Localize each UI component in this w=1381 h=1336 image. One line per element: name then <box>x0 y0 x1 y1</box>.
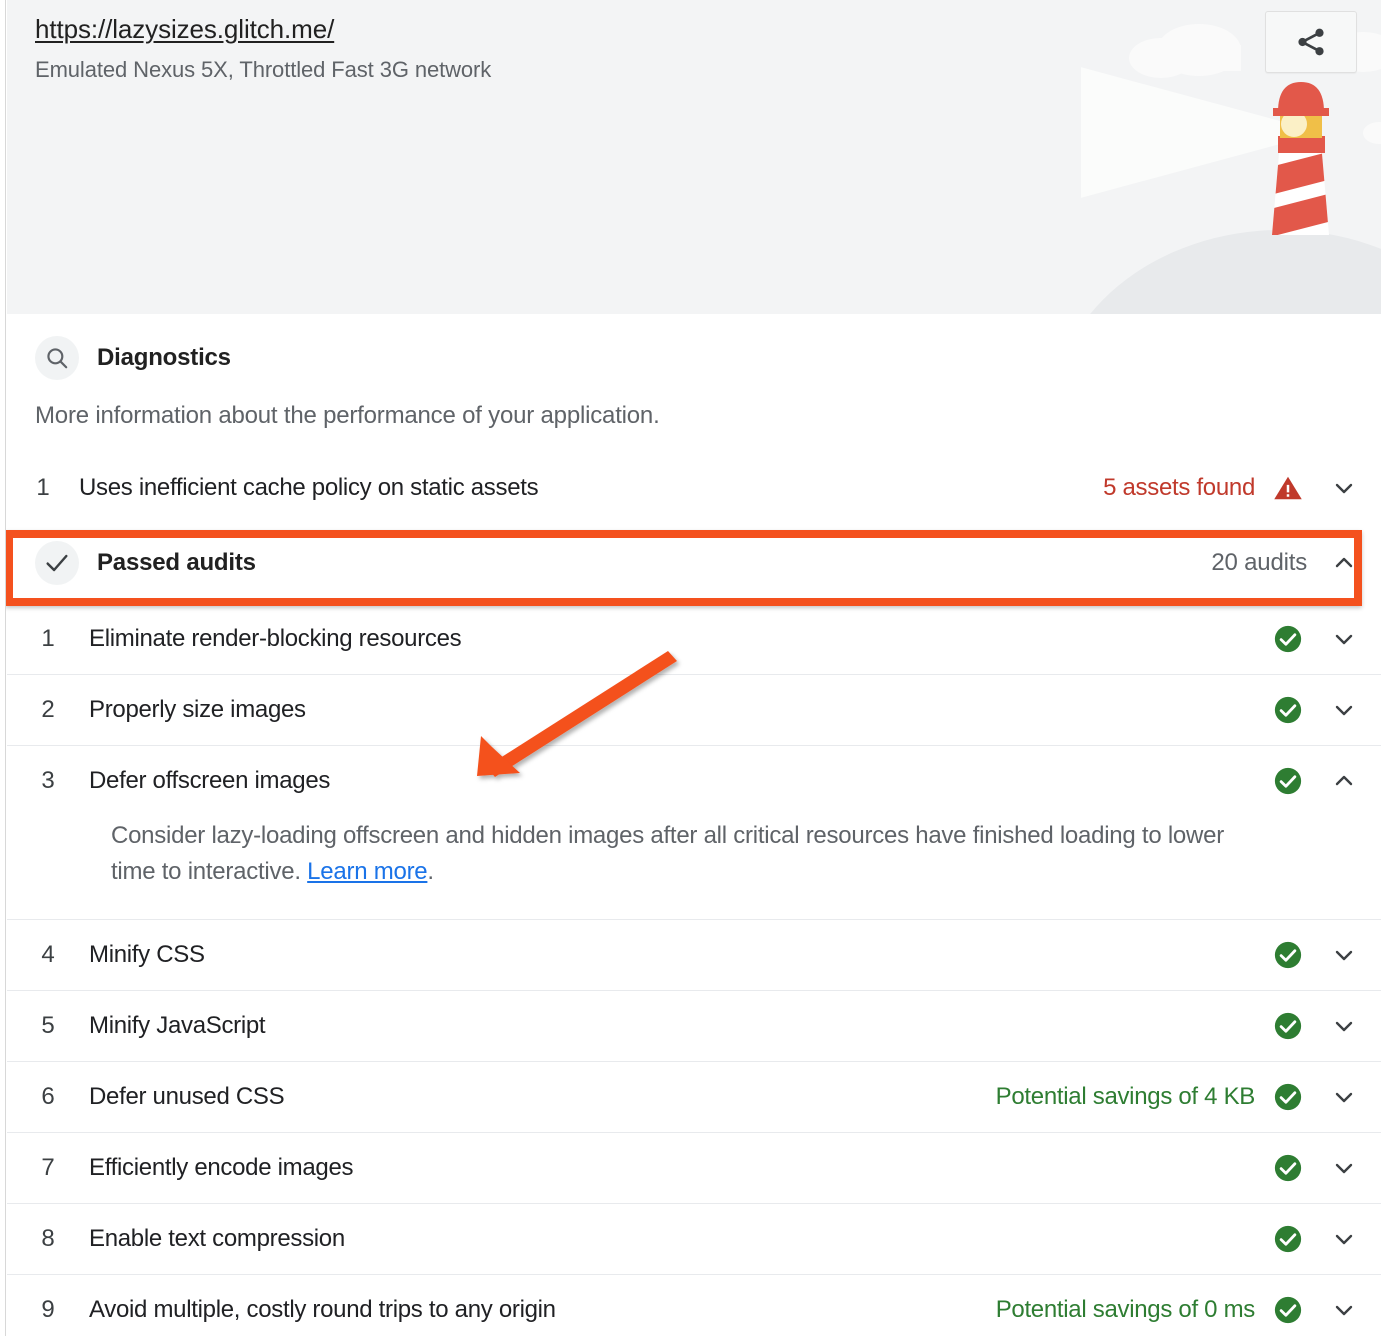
audit-title: Efficiently encode images <box>89 1154 354 1182</box>
audit-index: 4 <box>41 941 55 969</box>
audit-description-text: Consider lazy-loading offscreen and hidd… <box>111 822 1224 885</box>
search-icon <box>35 336 79 380</box>
passed-audits-list: 1 Eliminate render-blocking resources 2 <box>7 603 1381 1336</box>
pass-icon <box>1273 766 1303 796</box>
audit-description: Consider lazy-loading offscreen and hidd… <box>7 816 1381 919</box>
share-icon <box>1298 28 1324 56</box>
chevron-down-icon[interactable] <box>1329 1153 1359 1183</box>
passed-audits-title: Passed audits <box>97 549 256 576</box>
audit-index: 5 <box>41 1012 55 1040</box>
audit-title: Properly size images <box>89 696 306 723</box>
pass-icon <box>1273 1011 1303 1041</box>
pass-icon <box>1273 940 1303 970</box>
table-row[interactable]: 9 Avoid multiple, costly round trips to … <box>7 1274 1381 1336</box>
table-row[interactable]: 3 Defer offscreen images <box>7 745 1381 816</box>
table-row[interactable]: 2 Properly size images <box>7 674 1381 745</box>
table-row[interactable]: 4 Minify CSS <box>7 919 1381 990</box>
audit-index: 7 <box>41 1154 55 1182</box>
chevron-up-icon[interactable] <box>1329 548 1359 578</box>
chevron-up-icon[interactable] <box>1329 766 1359 796</box>
audit-title: Minify JavaScript <box>89 1012 266 1040</box>
pass-icon <box>1273 695 1303 725</box>
pass-icon <box>1273 1295 1303 1325</box>
report-header-text: https://lazysizes.glitch.me/ Emulated Ne… <box>35 14 491 83</box>
report-body: Diagnostics More information about the p… <box>7 314 1381 1336</box>
audit-index: 1 <box>41 624 55 652</box>
window-left-edge <box>0 0 6 1336</box>
learn-more-link[interactable]: Learn more <box>307 858 427 885</box>
table-row[interactable]: 8 Enable text compression <box>7 1203 1381 1274</box>
chevron-down-icon[interactable] <box>1329 1082 1359 1112</box>
pass-icon <box>1273 1224 1303 1254</box>
chevron-down-icon[interactable] <box>1329 473 1359 503</box>
table-row[interactable]: 5 Minify JavaScript <box>7 990 1381 1061</box>
audit-title: Avoid multiple, costly round trips to an… <box>89 1296 556 1324</box>
table-row[interactable]: 7 Efficiently encode images <box>7 1132 1381 1203</box>
report-header: https://lazysizes.glitch.me/ Emulated Ne… <box>7 0 1381 314</box>
chevron-down-icon[interactable] <box>1329 1295 1359 1325</box>
audited-url-link[interactable]: https://lazysizes.glitch.me/ <box>35 14 491 45</box>
audit-title: Defer offscreen images <box>89 767 331 794</box>
pass-icon <box>1273 1153 1303 1183</box>
audit-title: Eliminate render-blocking resources <box>89 624 462 652</box>
pass-icon <box>1273 1082 1303 1112</box>
audit-index: 3 <box>41 767 55 794</box>
chevron-down-icon[interactable] <box>1329 1224 1359 1254</box>
warning-icon <box>1273 473 1303 503</box>
audit-index: 2 <box>41 696 55 723</box>
audit-meta: Potential savings of 4 KB <box>995 1083 1256 1111</box>
diagnostics-title: Diagnostics <box>97 344 231 371</box>
audit-meta: Potential savings of 0 ms <box>995 1296 1256 1324</box>
emulation-environment-label: Emulated Nexus 5X, Throttled Fast 3G net… <box>35 57 492 82</box>
audit-title: Enable text compression <box>89 1225 345 1253</box>
chevron-down-icon[interactable] <box>1329 624 1359 654</box>
chevron-down-icon[interactable] <box>1329 1011 1359 1041</box>
table-row[interactable]: 1 Uses inefficient cache policy on stati… <box>7 452 1381 523</box>
pass-icon <box>1273 624 1303 654</box>
audit-title: Defer unused CSS <box>89 1083 285 1111</box>
audit-title: Minify CSS <box>89 941 205 969</box>
table-row[interactable]: 6 Defer unused CSS Potential savings of … <box>7 1061 1381 1132</box>
audit-meta: 5 assets found <box>1103 473 1255 501</box>
audit-index: 9 <box>41 1296 55 1324</box>
diagnostics-audit-list: 1 Uses inefficient cache policy on stati… <box>7 452 1381 523</box>
share-button[interactable] <box>1265 11 1357 73</box>
chevron-down-icon[interactable] <box>1329 940 1359 970</box>
passed-audits-section-toggle[interactable]: Passed audits 20 audits <box>7 523 1381 603</box>
table-row[interactable]: 1 Eliminate render-blocking resources <box>7 603 1381 674</box>
check-icon <box>35 541 79 585</box>
diagnostics-description: More information about the performance o… <box>35 402 660 429</box>
passed-audits-count: 20 audits <box>1211 549 1307 576</box>
chevron-down-icon[interactable] <box>1329 695 1359 725</box>
audit-index: 6 <box>41 1083 55 1111</box>
audit-description-suffix: . <box>427 857 434 885</box>
audit-index: 8 <box>41 1225 55 1253</box>
audit-index: 1 <box>36 473 50 501</box>
audit-title: Uses inefficient cache policy on static … <box>79 473 539 501</box>
diagnostics-header: Diagnostics <box>7 314 1381 380</box>
lighthouse-report-page: https://lazysizes.glitch.me/ Emulated Ne… <box>0 0 1381 1336</box>
